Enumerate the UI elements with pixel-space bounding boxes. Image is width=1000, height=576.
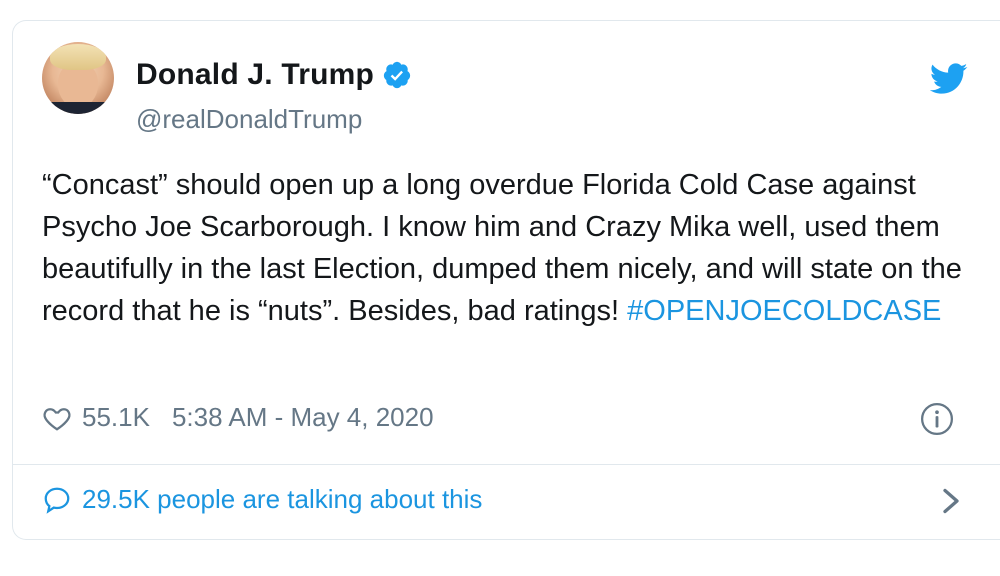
chevron-right-icon[interactable] [940,486,962,516]
heart-icon[interactable] [42,403,72,433]
tweet-meta-row: 55.1K 5:38 AM - May 4, 2020 [42,402,434,433]
author-handle[interactable]: @realDonaldTrump [136,104,362,135]
speech-bubble-icon [44,487,70,514]
twitter-bird-icon[interactable] [930,62,968,96]
author-name-row[interactable]: Donald J. Trump [136,58,412,92]
like-count[interactable]: 55.1K [82,402,150,433]
tweet-timestamp[interactable]: 5:38 AM - May 4, 2020 [172,402,434,433]
hashtag-link[interactable]: #OPENJOECOLDCASE [627,295,941,327]
author-name[interactable]: Donald J. Trump [136,58,374,92]
tweet-text: “Concast” should open up a long overdue … [42,164,962,332]
avatar-hair [50,44,106,70]
info-icon[interactable] [920,402,954,436]
verified-badge-icon [383,61,411,89]
footer-divider [12,464,1000,465]
avatar[interactable] [42,42,114,114]
conversation-text[interactable]: 29.5K people are talking about this [82,484,482,515]
conversation-link[interactable]: 29.5K people are talking about this [42,484,482,515]
avatar-suit [46,102,110,114]
